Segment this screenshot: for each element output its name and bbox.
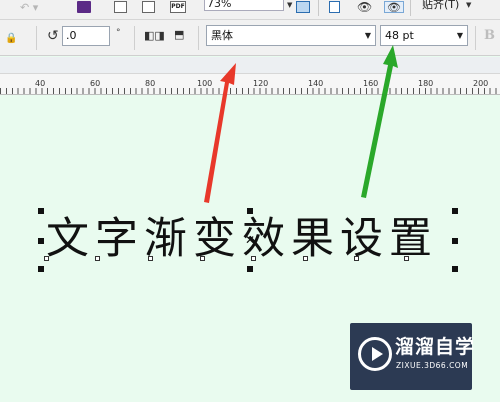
undo-redo-icon[interactable]: ↶ ▾ — [20, 1, 50, 14]
font-size-value: 48 pt — [385, 29, 414, 42]
full-screen-preview-icon[interactable] — [296, 1, 310, 13]
ruler-label: 60 — [90, 79, 101, 88]
toolbar-gap — [0, 57, 500, 73]
show-grid-icon[interactable]: 👁 — [384, 1, 404, 14]
character-node[interactable] — [404, 256, 409, 261]
ruler-label: 120 — [253, 79, 269, 88]
watermark-title: 溜溜自学 — [395, 336, 476, 358]
character-node[interactable] — [44, 256, 49, 261]
property-bar: 🔒 ↺ .0 ° ◧◨ ⬒ 黑体 ▼ 48 pt ▼ B — [0, 20, 500, 56]
character-node[interactable] — [303, 256, 308, 261]
divider — [318, 0, 319, 16]
mirror-vertical-icon[interactable]: ⬒ — [174, 28, 190, 44]
snap-to-menu[interactable]: 贴齐(T) — [422, 0, 459, 12]
divider — [134, 26, 135, 50]
chevron-down-icon[interactable]: ▼ — [457, 26, 463, 45]
divider — [410, 0, 411, 16]
app-launcher-icon[interactable] — [77, 1, 91, 13]
chevron-down-icon[interactable]: ▼ — [365, 26, 371, 45]
character-node[interactable] — [200, 256, 205, 261]
play-logo-icon — [358, 337, 392, 371]
lock-ratio-icon[interactable]: 🔒 — [5, 33, 17, 44]
degree-label: ° — [116, 28, 121, 38]
selection-handle-left[interactable] — [38, 238, 44, 244]
font-family-value: 黑体 — [211, 29, 233, 42]
zoom-level-field[interactable]: 73% — [204, 0, 284, 11]
selection-handle-top-right[interactable] — [452, 208, 458, 214]
rotation-center-marker[interactable]: ✕ — [245, 233, 255, 247]
ruler-label: 40 — [35, 79, 46, 88]
divider — [475, 26, 476, 50]
selection-handle-bottom-right[interactable] — [452, 266, 458, 272]
font-family-select[interactable]: 黑体 ▼ — [206, 25, 376, 46]
selection-handle-bottom[interactable] — [247, 266, 253, 272]
ruler-label: 180 — [418, 79, 434, 88]
show-rulers-icon[interactable]: 👁 — [357, 1, 373, 13]
ruler-label: 160 — [363, 79, 379, 88]
chevron-down-icon[interactable]: ▼ — [466, 1, 471, 9]
ruler-label: 140 — [308, 79, 324, 88]
character-node[interactable] — [354, 256, 359, 261]
publish-pdf-icon[interactable]: PDF — [170, 1, 186, 13]
selection-handle-top[interactable] — [247, 208, 253, 214]
bold-button[interactable]: B — [484, 28, 495, 43]
export-icon[interactable] — [142, 1, 155, 13]
character-node[interactable] — [95, 256, 100, 261]
page-icon[interactable] — [329, 1, 340, 13]
selection-handle-right[interactable] — [452, 238, 458, 244]
watermark-badge: 溜溜自学 ZIXUE.3D66.COM — [350, 323, 476, 390]
watermark-url: ZIXUE.3D66.COM — [396, 361, 469, 370]
ruler-ticks — [0, 88, 500, 94]
rotation-angle-input[interactable]: .0 — [62, 26, 110, 46]
import-icon[interactable] — [114, 1, 127, 13]
character-node[interactable] — [148, 256, 153, 261]
mirror-horizontal-icon[interactable]: ◧◨ — [144, 29, 165, 43]
divider — [198, 26, 199, 50]
rotate-icon: ↺ — [47, 28, 59, 44]
divider — [36, 26, 37, 50]
character-node[interactable] — [251, 256, 256, 261]
font-size-select[interactable]: 48 pt ▼ — [380, 25, 468, 46]
ruler-label: 100 — [197, 79, 213, 88]
standard-toolbar: ↶ ▾ PDF 73% ▼ 👁 👁 贴齐(T) ▼ — [0, 0, 500, 20]
ruler-label: 200 — [473, 79, 489, 88]
selection-handle-top-left[interactable] — [38, 208, 44, 214]
horizontal-ruler[interactable]: 40 60 80 100 120 140 160 180 200 — [0, 73, 500, 95]
selection-handle-bottom-left[interactable] — [38, 266, 44, 272]
selected-text-object[interactable]: 文字渐变效果设置 — [46, 211, 438, 267]
ruler-label: 80 — [145, 79, 156, 88]
